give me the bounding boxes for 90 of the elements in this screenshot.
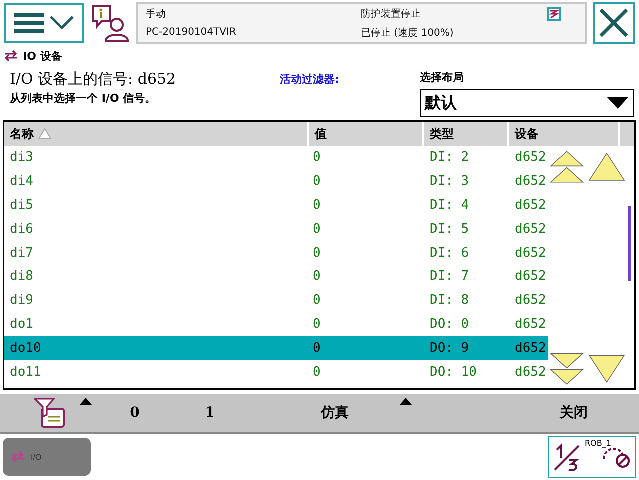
table-cell-text: DI: 3	[429, 174, 470, 190]
table-row[interactable]: do10 0 DO: 9 d652	[4, 336, 548, 360]
swap-arrows-icon	[11, 451, 25, 463]
caret-icon	[400, 398, 412, 405]
column-header[interactable]: 名称	[4, 122, 309, 146]
fraction-icon	[553, 442, 581, 472]
scroll-down-icon[interactable]	[588, 354, 626, 384]
table-row[interactable]: di9 0 DI: 8 d652	[4, 288, 548, 313]
table-cell-text: 0	[312, 174, 322, 190]
toolbar-button[interactable]: 关闭	[509, 394, 639, 432]
table-row[interactable]: di3 0 DI: 2 d652	[4, 146, 548, 170]
table-cell-text: d652	[514, 340, 548, 356]
caret-icon	[80, 398, 92, 405]
dropdown-arrow-icon	[607, 97, 629, 109]
table-cell-text: di9	[9, 293, 34, 308]
active-filter-label: 活动过滤器:	[280, 72, 340, 87]
table-cell-text: DO: 9	[429, 340, 470, 356]
table-cell-text: d652	[514, 293, 548, 308]
filter-icon	[34, 397, 66, 429]
status-icon	[547, 6, 561, 20]
column-header[interactable]: 类型	[424, 122, 509, 146]
table-cell-text: do1	[9, 316, 34, 332]
table-row[interactable]: di5 0 DI: 4 d652	[4, 194, 548, 218]
operating-mode: 手动	[146, 8, 167, 20]
toolbar-button[interactable]: 仿真	[250, 394, 420, 432]
quickset-button[interactable]: ROB_1	[548, 436, 636, 478]
table-cell-text: 0	[312, 316, 322, 332]
table-cell-text: d652	[514, 316, 548, 332]
scroll-up-icon[interactable]	[588, 152, 626, 182]
table-cell-text: di5	[9, 198, 34, 213]
table-cell-text: DI: 5	[429, 222, 470, 237]
page-up-icon[interactable]	[548, 150, 586, 184]
layout-dropdown[interactable]: 默认	[420, 89, 634, 117]
instruction-text: 从列表中选择一个 I/O 信号。	[10, 91, 158, 106]
table-cell-text: di7	[9, 246, 34, 261]
page-down-icon[interactable]	[548, 352, 586, 386]
table-cell-text: 0	[312, 150, 322, 166]
table-cell-text: 0	[312, 364, 322, 380]
table-cell-text: 0	[312, 198, 322, 213]
table-row[interactable]: di7 0 DI: 6 d652	[4, 241, 548, 265]
breadcrumb: IO 设备	[23, 48, 62, 64]
sort-ascending-icon	[38, 128, 52, 140]
scrollbar-thumb[interactable]	[628, 206, 631, 281]
table-row[interactable]: do1 0 DO: 0 d652	[4, 312, 548, 336]
robot-label: ROB_1	[585, 439, 612, 448]
column-header[interactable]: 设备	[509, 122, 620, 146]
table-cell-text: d652	[514, 198, 548, 213]
table-cell-text: di4	[9, 174, 34, 190]
table-cell-text: 0	[312, 222, 322, 237]
table-row[interactable]: di4 0 DI: 3 d652	[4, 170, 548, 194]
table-cell-text: d652	[514, 269, 548, 284]
toolbar-button[interactable]: 0	[100, 394, 170, 432]
safety-status: 防护装置停止	[361, 8, 422, 20]
page-title: I/O 设备上的信号: d652	[10, 70, 178, 89]
table-cell-text: DO: 0	[429, 316, 470, 332]
table-cell-text: di3	[9, 150, 34, 166]
table-cell-text: d652	[514, 150, 548, 166]
column-header[interactable]: 值	[309, 122, 424, 146]
layout-label: 选择布局	[420, 70, 465, 85]
table-cell-text: do10	[9, 340, 42, 356]
table-row[interactable]: di6 0 DI: 5 d652	[4, 217, 548, 242]
table-cell-text: d652	[514, 364, 548, 380]
table-cell-text: d652	[514, 174, 548, 190]
table-cell-text: 0	[312, 340, 322, 356]
table-cell-text: di6	[9, 222, 34, 237]
system-name: PC-20190104TVIR	[146, 27, 238, 38]
table-cell-text: 0	[312, 293, 322, 308]
table-row[interactable]: do11 0 DO: 10 d652	[4, 360, 548, 384]
table-cell-text: DI: 8	[429, 293, 470, 308]
table-cell-text: DO: 10	[429, 364, 478, 380]
table-cell-text: DI: 4	[429, 198, 470, 213]
close-icon	[599, 8, 629, 38]
table-cell-text: DI: 6	[429, 246, 470, 261]
table-cell-text: di8	[9, 269, 34, 284]
run-state: 已停止 (速度 100%)	[361, 26, 455, 40]
main-menu-button[interactable]	[4, 3, 84, 43]
swap-arrows-icon	[4, 50, 18, 62]
table-row[interactable]: di8 0 DI: 7 d652	[4, 264, 548, 289]
table-cell-text: DI: 7	[429, 269, 470, 284]
close-button[interactable]	[593, 2, 635, 44]
toolbar-button[interactable]: 1	[170, 394, 250, 432]
menu-icon	[14, 12, 44, 34]
table-cell-text: d652	[514, 246, 548, 261]
table-cell-text: 0	[312, 246, 322, 261]
table-cell-text: 0	[312, 269, 322, 284]
table-cell-text: do11	[9, 364, 42, 380]
chevron-down-icon	[50, 16, 74, 30]
event-log-icon[interactable]	[90, 3, 130, 43]
table-cell-text: DI: 2	[429, 150, 470, 166]
table-cell-text: d652	[514, 222, 548, 237]
